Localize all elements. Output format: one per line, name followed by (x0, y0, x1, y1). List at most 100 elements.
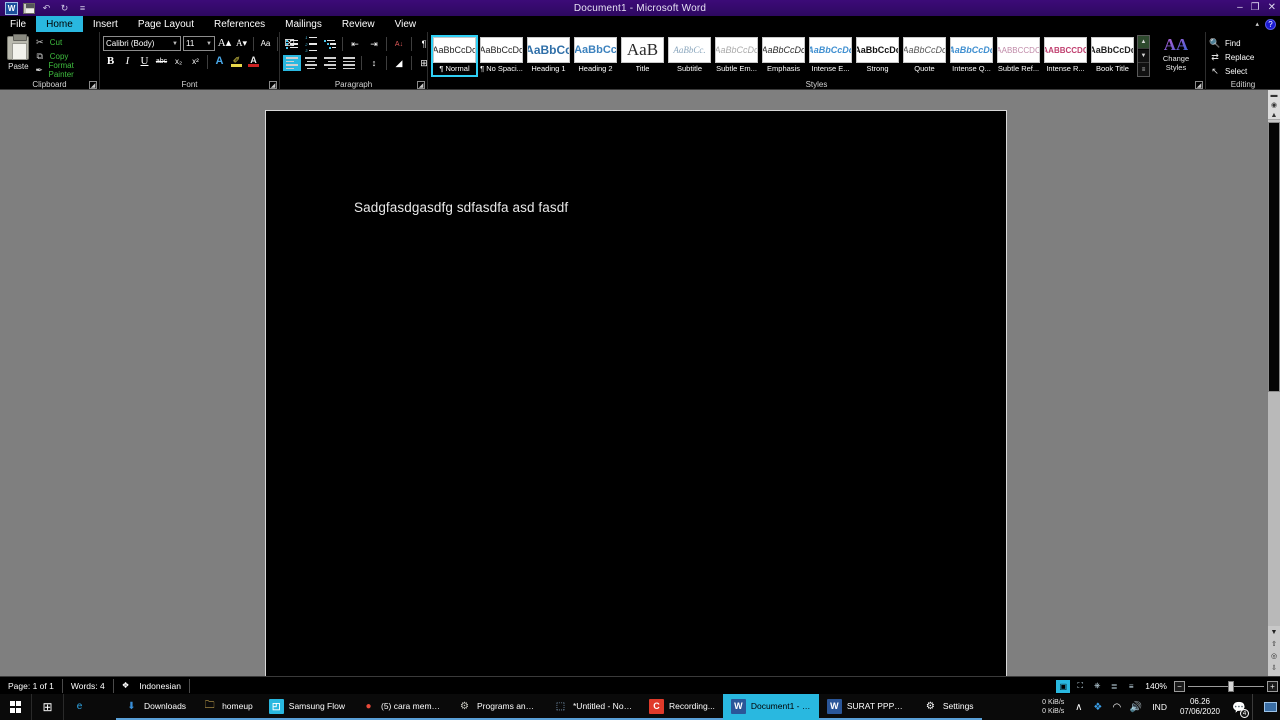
taskbar-button-recording[interactable]: C Recording... (641, 694, 723, 720)
multilevel-list-icon[interactable] (321, 36, 339, 52)
tab-page-layout[interactable]: Page Layout (128, 16, 204, 32)
taskbar-button-downloads[interactable]: ⬇ Downloads (116, 694, 195, 720)
grow-font-icon[interactable]: A▴ (217, 36, 232, 51)
styles-more-icon[interactable]: ≡ (1138, 63, 1149, 76)
dropbox-icon[interactable]: ❖ (1088, 694, 1107, 720)
start-button[interactable] (0, 694, 32, 720)
align-right-icon[interactable] (321, 55, 339, 71)
volume-icon[interactable]: 🔊 (1126, 694, 1145, 720)
styles-dialog-launcher[interactable]: ◢ (1195, 81, 1203, 89)
select-button[interactable]: ↖ Select (1209, 65, 1254, 77)
text-effects-icon[interactable]: A (212, 54, 227, 69)
taskbar-button-homeup[interactable]: 🗀 homeup (194, 694, 261, 720)
taskbar-button-programs-and-features[interactable]: ⚙ Programs and F... (449, 694, 545, 720)
underline-icon[interactable]: U (137, 54, 152, 69)
tab-file[interactable]: File (0, 16, 36, 32)
align-center-icon[interactable] (302, 55, 320, 71)
font-size-input[interactable]: 11 ▼ (183, 36, 215, 51)
collapse-ribbon-icon[interactable]: ▴ (1255, 20, 1259, 28)
numbering-icon[interactable]: 1 2 3 (302, 35, 320, 53)
shrink-font-icon[interactable]: A▾ (234, 36, 249, 51)
zoom-slider[interactable]: − + (1174, 680, 1278, 692)
format-painter-button[interactable]: ✒ Format Painter (34, 61, 96, 79)
italic-icon[interactable]: I (120, 54, 135, 69)
view-print-layout-icon[interactable]: ▣ (1056, 679, 1071, 693)
chevron-down-icon[interactable]: ▼ (204, 41, 212, 47)
taskbar-button-settings[interactable]: ⚙ Settings (914, 694, 982, 720)
tab-home[interactable]: Home (36, 16, 83, 32)
replace-button[interactable]: ⇄ Replace (1209, 51, 1254, 63)
font-color-icon[interactable]: A (246, 54, 261, 69)
minimize-button[interactable]: – (1237, 3, 1243, 13)
proofing-icon[interactable]: ❖ (114, 679, 132, 693)
status-word-count[interactable]: Words: 4 (63, 678, 114, 693)
find-button[interactable]: 🔍 Find (1209, 37, 1254, 49)
decrease-indent-icon[interactable]: ⇤ (346, 36, 364, 52)
style-item-book-title[interactable]: AaBbCcDc Book Title (1089, 35, 1136, 77)
subscript-icon[interactable]: x₂ (171, 54, 186, 69)
task-view-button[interactable]: ⊞ (32, 694, 64, 720)
style-item-subtle-reference[interactable]: AABBCCDC Subtle Ref... (995, 35, 1042, 77)
style-item-no-spacing[interactable]: AaBbCcDc ¶ No Spaci... (478, 35, 525, 77)
browse-object-icon[interactable]: ◉ (1268, 100, 1280, 110)
change-styles-button[interactable]: AA Change Styles (1153, 35, 1199, 81)
tab-insert[interactable]: Insert (83, 16, 128, 32)
paragraph-dialog-launcher[interactable]: ◢ (417, 81, 425, 89)
zoom-slider-track[interactable] (1188, 680, 1264, 692)
line-spacing-icon[interactable]: ↕ (365, 55, 383, 71)
style-item-heading-1[interactable]: AaBbCс Heading 1 (525, 35, 572, 77)
vertical-scrollbar[interactable]: ▬ ◉ ▲ ▼ ⇧ ◎ ⇩ (1268, 90, 1280, 676)
justify-icon[interactable] (340, 55, 358, 71)
superscript-icon[interactable]: x² (188, 54, 203, 69)
zoom-out-button[interactable]: − (1174, 680, 1185, 692)
change-case-icon[interactable]: Aa (258, 36, 273, 51)
styles-scroll-up-icon[interactable]: ▲ (1138, 36, 1149, 49)
status-page-number[interactable]: Page: 1 of 1 (0, 678, 63, 693)
taskbar-button-word-surat-pppk[interactable]: W SURAT PPPK [C... (818, 694, 915, 720)
tab-view[interactable]: View (385, 16, 427, 32)
style-item-title[interactable]: AaB Title (619, 35, 666, 77)
taskbar-button-notepad[interactable]: ⬚ *Untitled - Note... (545, 694, 641, 720)
strikethrough-icon[interactable]: abc (154, 54, 169, 69)
close-button[interactable]: ✕ (1268, 3, 1276, 13)
show-desktop-button[interactable] (1252, 694, 1260, 720)
scrollbar-thumb[interactable] (1268, 122, 1280, 392)
shading-icon[interactable]: ◢ (390, 55, 408, 71)
next-page-icon[interactable]: ⇩ (1268, 662, 1280, 674)
taskbar-button-word-document1[interactable]: W Document1 - M... (722, 694, 819, 720)
select-browse-object-icon[interactable]: ◎ (1268, 650, 1280, 662)
view-draft-icon[interactable]: ≡ (1124, 680, 1138, 693)
show-hidden-icons-icon[interactable]: ∧ (1069, 694, 1088, 720)
scroll-up-arrow-icon[interactable]: ▲ (1268, 110, 1280, 120)
view-web-layout-icon[interactable]: ⎈ (1090, 680, 1104, 693)
style-item-intense-quote[interactable]: AaBbCcDc Intense Q... (948, 35, 995, 77)
view-outline-icon[interactable]: ≣ (1107, 680, 1121, 693)
align-left-icon[interactable] (283, 55, 301, 71)
zoom-level[interactable]: 140% (1141, 681, 1171, 691)
scrollbar-track[interactable] (1268, 392, 1280, 626)
increase-indent-icon[interactable]: ⇥ (365, 36, 383, 52)
zoom-slider-thumb[interactable] (1228, 680, 1234, 692)
style-item-normal[interactable]: AaBbCcDc ¶ Normal (431, 35, 478, 77)
bullets-icon[interactable] (283, 36, 301, 52)
style-item-quote[interactable]: AaBbCcDc Quote (901, 35, 948, 77)
style-item-strong[interactable]: AaBbCcDc Strong (854, 35, 901, 77)
text-highlight-icon[interactable]: ✐ (229, 54, 244, 69)
taskbar-button-chrome[interactable]: ● (5) cara membu... (353, 694, 449, 720)
style-item-intense-reference[interactable]: AABBCCDC Intense R... (1042, 35, 1089, 77)
restore-button[interactable]: ❐ (1251, 3, 1260, 13)
cut-button[interactable]: ✂ Cut (34, 36, 96, 48)
zoom-in-button[interactable]: + (1267, 680, 1278, 692)
status-language[interactable]: Indonesian (131, 678, 190, 693)
view-full-screen-reading-icon[interactable]: ⛶ (1073, 680, 1087, 693)
style-item-subtitle[interactable]: AaBbCc. Subtitle (666, 35, 713, 77)
help-icon[interactable]: ? (1265, 18, 1276, 30)
desktop-peek-icon[interactable] (1260, 694, 1280, 720)
clock[interactable]: 06.26 07/06/2020 (1174, 697, 1226, 717)
input-language-indicator[interactable]: IND (1145, 702, 1174, 712)
sort-icon[interactable]: A↓ (390, 36, 408, 52)
chevron-down-icon[interactable]: ▼ (170, 41, 178, 47)
split-bar-icon[interactable]: ▬ (1268, 90, 1280, 100)
bold-icon[interactable]: B (103, 54, 118, 69)
font-dialog-launcher[interactable]: ◢ (269, 81, 277, 89)
